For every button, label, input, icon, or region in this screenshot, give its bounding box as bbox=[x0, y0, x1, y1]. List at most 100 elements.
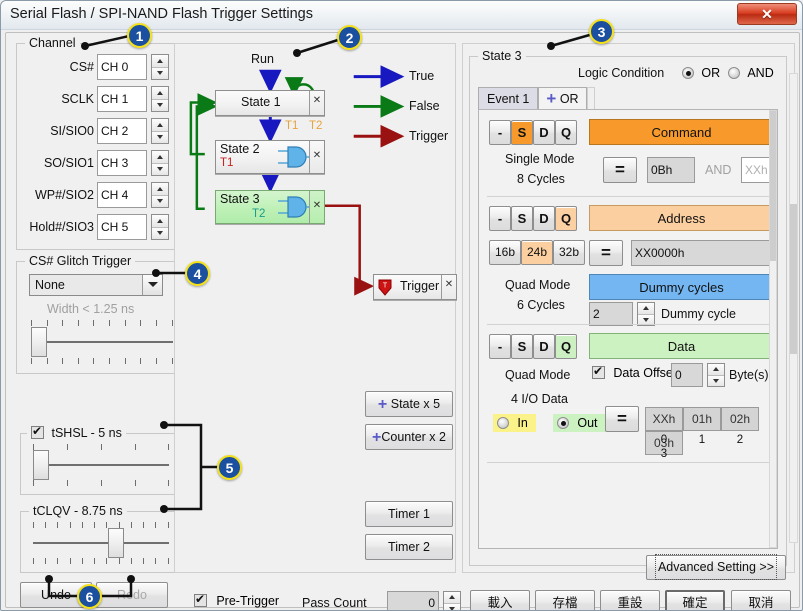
radio-icon[interactable] bbox=[728, 67, 740, 79]
scrollbar-thumb[interactable] bbox=[770, 111, 776, 261]
timer2-button[interactable]: Timer 2 bbox=[365, 534, 453, 560]
data-hex-cell[interactable]: 01h bbox=[683, 407, 721, 431]
address-equals-button[interactable]: = bbox=[589, 240, 623, 266]
radio-icon[interactable] bbox=[497, 417, 509, 429]
command-bar[interactable]: Command bbox=[589, 119, 774, 145]
channel-spinner[interactable] bbox=[151, 118, 169, 144]
data-hex-cell[interactable]: 02h bbox=[721, 407, 759, 431]
sdq-quad[interactable]: Q bbox=[555, 206, 577, 231]
pre-trigger-checkbox[interactable] bbox=[194, 594, 207, 607]
slider-thumb[interactable] bbox=[33, 450, 49, 480]
channel-input[interactable]: CH 5 bbox=[97, 214, 147, 240]
spinner-up-icon[interactable] bbox=[152, 119, 168, 132]
data-offset-checkbox-group[interactable]: Data Offset bbox=[592, 366, 676, 380]
channel-spinner[interactable] bbox=[151, 182, 169, 208]
redo-button[interactable]: Redo bbox=[96, 582, 168, 608]
sdq-dash[interactable]: - bbox=[489, 120, 511, 145]
sdq-quad[interactable]: Q bbox=[555, 334, 577, 359]
spinner-up-icon[interactable] bbox=[152, 183, 168, 196]
add-counter-button[interactable]: +Counter x 2 bbox=[365, 424, 453, 450]
channel-spinner[interactable] bbox=[151, 54, 169, 80]
sdq-dash[interactable]: - bbox=[489, 206, 511, 231]
sdq-dual[interactable]: D bbox=[533, 334, 555, 359]
address-value-input[interactable]: XX0000h bbox=[631, 240, 774, 266]
channel-input[interactable]: CH 2 bbox=[97, 118, 147, 144]
channel-input[interactable]: CH 3 bbox=[97, 150, 147, 176]
command-value-input[interactable]: 0Bh bbox=[647, 157, 695, 183]
save-button[interactable]: 存檔 bbox=[535, 590, 595, 611]
tclqv-slider[interactable] bbox=[33, 528, 169, 558]
address-bits-24b[interactable]: 24b bbox=[521, 240, 553, 265]
spinner-up-icon[interactable] bbox=[444, 592, 460, 604]
dummy-cycle-spinner[interactable] bbox=[637, 302, 655, 326]
scrollbar-thumb[interactable] bbox=[790, 204, 797, 354]
add-state-button[interactable]: + State x 5 bbox=[365, 391, 453, 417]
sdq-dual[interactable]: D bbox=[533, 120, 555, 145]
tshsl-slider[interactable] bbox=[33, 450, 169, 480]
dummy-cycle-input[interactable]: 2 bbox=[589, 302, 633, 326]
cancel-button[interactable]: 取消 bbox=[731, 590, 791, 611]
channel-input[interactable]: CH 0 bbox=[97, 54, 147, 80]
trigger-box[interactable]: T Trigger ✕ bbox=[373, 274, 457, 300]
channel-spinner[interactable] bbox=[151, 150, 169, 176]
timer1-button[interactable]: Timer 1 bbox=[365, 501, 453, 527]
sdq-single[interactable]: S bbox=[511, 334, 533, 359]
sdq-single[interactable]: S bbox=[511, 206, 533, 231]
address-bits-16b[interactable]: 16b bbox=[489, 240, 521, 265]
command-equals-button[interactable]: = bbox=[603, 157, 637, 183]
state-box-1[interactable]: State 1 ✕ bbox=[215, 90, 325, 116]
slider-thumb[interactable] bbox=[108, 528, 124, 558]
spinner-up-icon[interactable] bbox=[708, 364, 724, 376]
glitch-width-slider[interactable] bbox=[31, 326, 173, 358]
spinner-down-icon[interactable] bbox=[152, 196, 168, 208]
address-bar[interactable]: Address bbox=[589, 205, 774, 231]
data-hex-cell[interactable]: XXh bbox=[645, 407, 683, 431]
logic-or-radio[interactable]: OR bbox=[682, 66, 720, 80]
data-offset-checkbox[interactable] bbox=[592, 366, 605, 379]
channel-input[interactable]: CH 1 bbox=[97, 86, 147, 112]
spinner-down-icon[interactable] bbox=[152, 68, 168, 80]
spinner-up-icon[interactable] bbox=[152, 215, 168, 228]
event-content-scrollbar[interactable] bbox=[769, 110, 777, 548]
spinner-up-icon[interactable] bbox=[152, 55, 168, 68]
dummy-cycles-bar[interactable]: Dummy cycles bbox=[589, 274, 774, 300]
sdq-dash[interactable]: - bbox=[489, 334, 511, 359]
spinner-up-icon[interactable] bbox=[638, 303, 654, 315]
close-icon[interactable]: ✕ bbox=[309, 91, 324, 115]
sdq-quad[interactable]: Q bbox=[555, 120, 577, 145]
pre-trigger-checkbox-group[interactable]: Pre-Trigger bbox=[194, 594, 279, 608]
advanced-setting-button[interactable]: Advanced Setting >> bbox=[646, 555, 786, 580]
reset-button[interactable]: 重設 bbox=[600, 590, 660, 611]
sdq-single[interactable]: S bbox=[511, 120, 533, 145]
close-icon[interactable]: ✕ bbox=[309, 141, 324, 173]
spinner-down-icon[interactable] bbox=[152, 132, 168, 144]
slider-thumb[interactable] bbox=[31, 327, 47, 357]
state-box-2[interactable]: State 2 T1 ✕ bbox=[215, 140, 325, 174]
data-direction-in[interactable]: In bbox=[493, 414, 536, 432]
spinner-down-icon[interactable] bbox=[444, 604, 460, 611]
spinner-down-icon[interactable] bbox=[152, 164, 168, 176]
channel-spinner[interactable] bbox=[151, 86, 169, 112]
spinner-up-icon[interactable] bbox=[152, 87, 168, 100]
tab-add-or[interactable]: + OR bbox=[538, 87, 586, 110]
spinner-up-icon[interactable] bbox=[152, 151, 168, 164]
state-box-3[interactable]: State 3 T2 ✕ bbox=[215, 190, 325, 224]
data-offset-input[interactable]: 0 bbox=[671, 363, 703, 387]
tab-event-1[interactable]: Event 1 bbox=[478, 87, 538, 110]
close-icon[interactable]: ✕ bbox=[441, 275, 456, 299]
logic-and-radio[interactable]: AND bbox=[728, 66, 774, 80]
spinner-down-icon[interactable] bbox=[152, 100, 168, 112]
channel-spinner[interactable] bbox=[151, 214, 169, 240]
data-equals-button[interactable]: = bbox=[605, 406, 639, 432]
address-bits-32b[interactable]: 32b bbox=[553, 240, 585, 265]
dialog-scrollbar[interactable] bbox=[789, 73, 798, 543]
spinner-down-icon[interactable] bbox=[152, 228, 168, 240]
radio-icon[interactable] bbox=[682, 67, 694, 79]
radio-icon[interactable] bbox=[557, 417, 569, 429]
close-button[interactable]: ✕ bbox=[737, 3, 797, 25]
pass-count-input[interactable]: 0 bbox=[387, 591, 439, 611]
tshsl-checkbox[interactable] bbox=[31, 426, 44, 439]
data-direction-out[interactable]: Out bbox=[553, 414, 606, 432]
data-bar[interactable]: Data bbox=[589, 333, 774, 359]
close-icon[interactable]: ✕ bbox=[309, 191, 324, 223]
